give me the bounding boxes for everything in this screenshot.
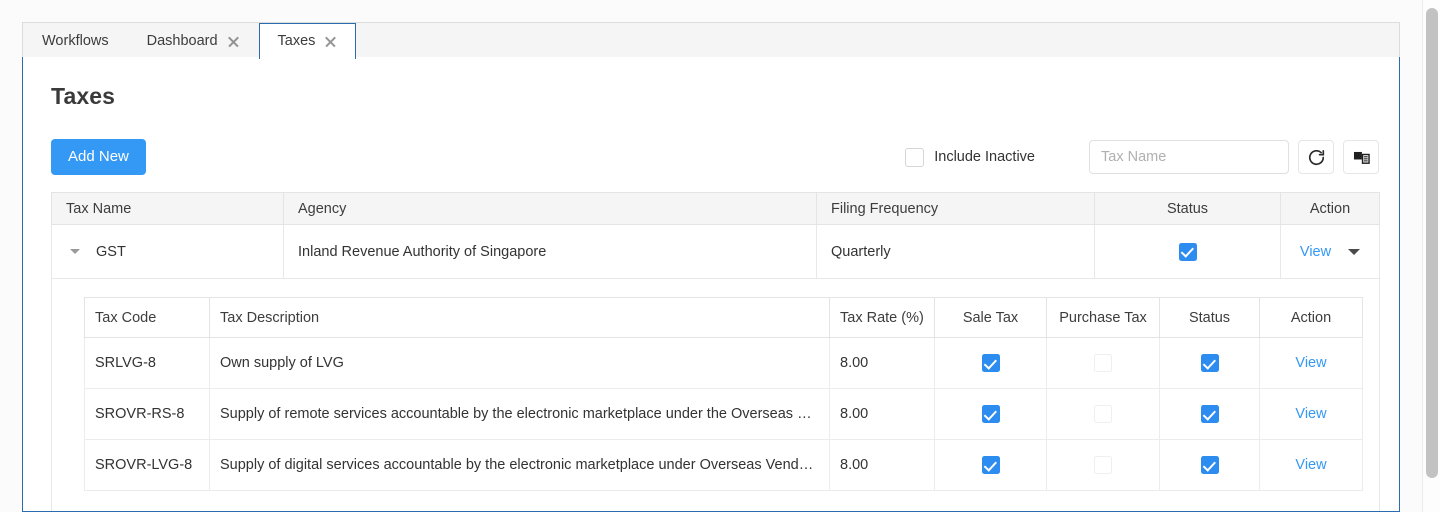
detail-table-body: SRLVG-8 Own supply of LVG 8.00 View SROV… — [84, 337, 1363, 491]
column-header-filing-frequency[interactable]: Filing Frequency — [816, 192, 1095, 225]
add-new-button[interactable]: Add New — [51, 139, 146, 175]
tab-workflows[interactable]: Workflows — [23, 23, 128, 59]
cell-detail-action: View — [1259, 388, 1363, 440]
cell-sale-tax — [934, 439, 1047, 491]
tab-bar: Workflows Dashboard Taxes — [22, 22, 1400, 60]
column-header-status[interactable]: Status — [1094, 192, 1281, 225]
view-link[interactable]: View — [1295, 355, 1326, 371]
detail-row: Tax Code Tax Description Tax Rate (%) Sa… — [51, 278, 1380, 511]
status-checkbox[interactable] — [1178, 242, 1197, 261]
tab-label: Taxes — [277, 33, 316, 50]
sale-tax-checkbox[interactable] — [981, 354, 1000, 372]
column-header-tax-description[interactable]: Tax Description — [209, 297, 830, 338]
purchase-tax-checkbox[interactable] — [1094, 354, 1112, 372]
cell-tax-name: GST — [51, 224, 284, 279]
table-row[interactable]: SRLVG-8 Own supply of LVG 8.00 View — [84, 337, 1363, 389]
sale-tax-checkbox[interactable] — [981, 405, 1000, 423]
sale-tax-checkbox[interactable] — [981, 456, 1000, 474]
cell-tax-rate: 8.00 — [829, 337, 935, 389]
content-panel: Taxes Add New Include Inactive Tax Name … — [22, 57, 1400, 512]
close-icon[interactable] — [227, 35, 240, 48]
app-root: Workflows Dashboard Taxes Taxes Add New — [0, 0, 1440, 512]
table-row[interactable]: SROVR-RS-8 Supply of remote services acc… — [84, 388, 1363, 440]
cell-tax-rate: 8.00 — [829, 439, 935, 491]
view-link[interactable]: View — [1295, 406, 1326, 422]
purchase-tax-checkbox[interactable] — [1094, 456, 1112, 474]
cell-sale-tax — [934, 388, 1047, 440]
column-header-detail-status[interactable]: Status — [1159, 297, 1260, 338]
column-header-tax-rate[interactable]: Tax Rate (%) — [829, 297, 935, 338]
vertical-scrollbar[interactable] — [1422, 0, 1440, 512]
page-title: Taxes — [51, 83, 116, 109]
cell-tax-code: SROVR-RS-8 — [84, 388, 210, 440]
tab-label: Dashboard — [146, 33, 218, 50]
columns-icon — [1352, 148, 1371, 167]
checkbox-box[interactable] — [905, 147, 925, 167]
cell-detail-status — [1159, 388, 1260, 440]
columns-button[interactable] — [1343, 140, 1379, 174]
cell-status — [1094, 224, 1281, 279]
refresh-icon — [1307, 148, 1326, 167]
close-icon[interactable] — [324, 35, 337, 48]
tax-name-value: GST — [96, 243, 126, 260]
cell-agency: Inland Revenue Authority of Singapore — [283, 224, 817, 279]
cell-purchase-tax — [1046, 439, 1160, 491]
column-header-agency[interactable]: Agency — [283, 192, 817, 225]
detail-container: Tax Code Tax Description Tax Rate (%) Sa… — [51, 278, 1380, 511]
detail-table-head: Tax Code Tax Description Tax Rate (%) Sa… — [84, 297, 1363, 338]
cell-filing-frequency: Quarterly — [816, 224, 1095, 279]
table-header-row: Tax Name Agency Filing Frequency Status … — [51, 192, 1380, 225]
cell-purchase-tax — [1046, 388, 1160, 440]
column-header-tax-name[interactable]: Tax Name — [51, 192, 284, 225]
scrollbar-thumb[interactable] — [1426, 8, 1438, 478]
column-header-sale-tax[interactable]: Sale Tax — [934, 297, 1047, 338]
chevron-down-icon[interactable] — [1348, 248, 1361, 255]
detail-header-row: Tax Code Tax Description Tax Rate (%) Sa… — [84, 297, 1363, 338]
tax-codes-table: Tax Code Tax Description Tax Rate (%) Sa… — [84, 297, 1363, 491]
column-header-tax-code[interactable]: Tax Code — [84, 297, 210, 338]
table-body: GST Inland Revenue Authority of Singapor… — [51, 224, 1380, 511]
table-head: Tax Name Agency Filing Frequency Status … — [51, 192, 1380, 225]
tax-description-value: Supply of digital services accountable b… — [220, 457, 819, 473]
cell-detail-status — [1159, 439, 1260, 491]
view-link[interactable]: View — [1295, 457, 1326, 473]
cell-detail-action: View — [1259, 337, 1363, 389]
cell-detail-action: View — [1259, 439, 1363, 491]
cell-sale-tax — [934, 337, 1047, 389]
status-checkbox[interactable] — [1200, 456, 1219, 474]
column-header-detail-action: Action — [1259, 297, 1363, 338]
include-inactive-label: Include Inactive — [934, 149, 1035, 165]
tax-description-value: Own supply of LVG — [220, 355, 344, 371]
table-row[interactable]: SROVR-LVG-8 Supply of digital services a… — [84, 439, 1363, 491]
cell-detail-status — [1159, 337, 1260, 389]
cell-action: View — [1280, 224, 1380, 279]
tab-dashboard[interactable]: Dashboard — [128, 23, 259, 59]
tab-list: Workflows Dashboard Taxes — [23, 23, 357, 60]
tab-taxes[interactable]: Taxes — [258, 23, 357, 60]
tax-description-value: Supply of remote services accountable by… — [220, 406, 819, 422]
tab-label: Workflows — [42, 33, 109, 50]
cell-tax-code: SROVR-LVG-8 — [84, 439, 210, 491]
toolbar: Add New Include Inactive — [51, 139, 1379, 175]
view-link[interactable]: View — [1300, 244, 1331, 260]
status-checkbox[interactable] — [1200, 405, 1219, 423]
refresh-button[interactable] — [1298, 140, 1334, 174]
table-row[interactable]: GST Inland Revenue Authority of Singapor… — [51, 224, 1380, 279]
include-inactive-checkbox[interactable]: Include Inactive — [905, 147, 1035, 167]
column-header-purchase-tax[interactable]: Purchase Tax — [1046, 297, 1160, 338]
cell-tax-code: SRLVG-8 — [84, 337, 210, 389]
purchase-tax-checkbox[interactable] — [1094, 405, 1112, 423]
status-checkbox[interactable] — [1200, 354, 1219, 372]
taxes-table: Tax Name Agency Filing Frequency Status … — [51, 192, 1380, 511]
expand-collapse-icon[interactable] — [70, 249, 80, 254]
cell-tax-description: Supply of digital services accountable b… — [209, 439, 830, 491]
cell-tax-rate: 8.00 — [829, 388, 935, 440]
cell-purchase-tax — [1046, 337, 1160, 389]
toolbar-right-group: Include Inactive — [905, 139, 1379, 175]
search-input[interactable] — [1089, 140, 1289, 174]
column-header-action: Action — [1280, 192, 1380, 225]
cell-tax-description: Supply of remote services accountable by… — [209, 388, 830, 440]
cell-tax-description: Own supply of LVG — [209, 337, 830, 389]
